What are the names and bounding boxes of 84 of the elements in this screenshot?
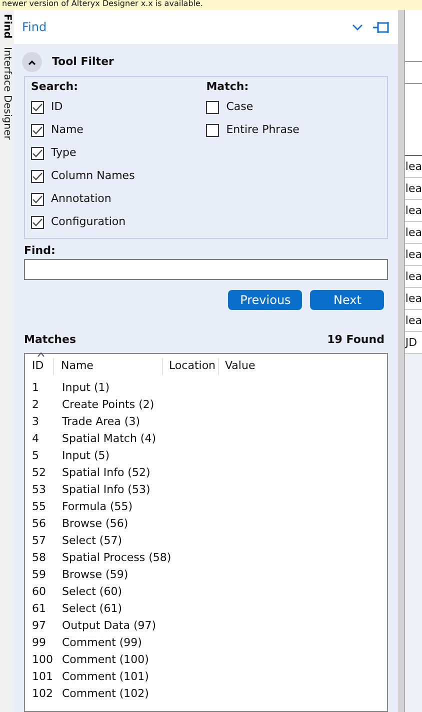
table-cell-text: Input (5) [61,448,111,464]
table-cell-text: Select (61) [61,600,124,617]
table-cell-text: 58 [31,550,47,566]
checkbox[interactable] [206,124,220,136]
table-cell-text: 3 [31,414,40,430]
sort-icon [37,352,45,356]
grid-cell-text: lea [405,160,422,173]
grid-cell-text: lea [405,270,422,283]
table-cell-text: Browse (59) [61,566,130,583]
grid-cell-text: lea [405,204,422,217]
table-cell-text: 56 [31,516,47,532]
table-cell-text: Comment (101) [61,668,150,685]
checkbox-label: Name [51,122,84,138]
find-label: Find: [24,242,56,258]
table-cell-text: Create Points (2) [61,396,156,413]
checkbox[interactable] [31,170,44,182]
table-cell-text: 57 [31,532,47,549]
grid-cell-text: lea [405,292,422,305]
table-cell-text: Input (1) [61,380,111,396]
table-cell-text: 2 [31,396,40,413]
nav-button[interactable]: Previous [228,290,302,310]
table-cell-text: 97 [31,618,47,634]
table-cell-text: Select (57) [61,532,124,549]
table-cell-text: Formula (55) [61,498,134,515]
collapse-button[interactable] [22,52,42,72]
column-header[interactable]: Value [218,358,278,374]
table-cell-text: 4 [31,430,40,447]
grid-cell-text: lea [405,314,422,327]
table-cell-text: Trade Area (3) [61,414,142,430]
table-cell-text: 1 [31,380,40,396]
table-cell-text: 5 [31,448,40,464]
scrollbar[interactable] [398,10,404,712]
table-cell-text: Spatial Match (4) [61,430,158,447]
chevron-up-icon [28,60,36,64]
checkbox[interactable] [31,146,44,160]
table-cell-text: Comment (99) [61,634,143,651]
nav-button[interactable]: Next [310,290,384,310]
table-cell-text: Browse (56) [61,516,130,532]
matches-title: Matches [24,332,76,348]
checkbox-label: ID [51,98,63,115]
table-cell-text: Spatial Info (52) [61,464,152,481]
table-cell-text: Spatial Process (58) [61,550,172,566]
column-header[interactable]: ID [25,358,53,374]
table-cell-text: 100 [31,652,54,668]
column-header[interactable]: Name [53,358,162,374]
checkbox-label: Entire Phrase [226,122,300,138]
side-tab[interactable]: Find [0,14,14,39]
table-cell-text: 101 [31,668,54,685]
grid-cell-text: lea [405,182,422,195]
table-cell-text: 102 [31,686,54,702]
table-cell-text: Spatial Info (53) [61,482,152,498]
checkbox-label: Type [51,144,76,161]
grid-cell-text: lea [405,248,422,261]
match-count: 19 Found [327,332,384,348]
column-header[interactable]: Location [162,358,218,374]
update-banner: newer version of Alteryx Designer x.x is available. [0,0,422,10]
table-cell-text: Comment (102) [61,686,150,702]
checkbox[interactable] [31,192,44,206]
table-cell-text: 99 [31,634,47,651]
checkbox-label: Case [226,98,254,115]
table-cell-text: 53 [31,482,47,498]
pin-icon[interactable] [373,20,390,34]
checkbox-label: Configuration [51,214,126,230]
checkbox[interactable] [31,124,44,136]
side-tab[interactable]: Interface Designer [0,46,14,140]
grid-cell-text: lea [405,226,422,239]
table-cell-text: 59 [31,566,47,583]
table-cell-text: Output Data (97) [61,618,158,634]
section-title: Tool Filter [52,54,114,70]
checkbox[interactable] [31,100,44,114]
panel-title: Find [22,19,48,36]
table-cell-text: 60 [31,584,47,600]
checkbox-label: Column Names [51,168,135,184]
checkbox[interactable] [31,216,44,228]
table-cell-text: 55 [31,498,47,515]
group-label: Search: [31,79,79,95]
chevron-down-icon[interactable] [352,24,364,30]
group-label: Match: [206,79,250,95]
table-cell-text: 52 [31,464,47,481]
checkbox-label: Annotation [51,190,112,207]
table-cell-text: Select (60) [61,584,124,600]
checkbox[interactable] [206,100,220,114]
table-cell-text: Comment (100) [61,652,150,668]
table-cell-text: 61 [31,600,47,617]
